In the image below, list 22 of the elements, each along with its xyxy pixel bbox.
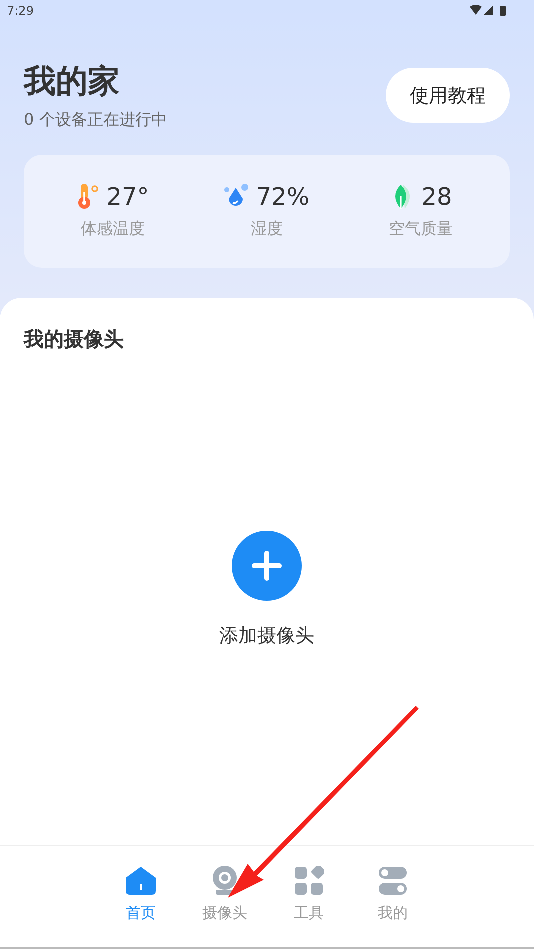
thermometer-icon [76, 184, 101, 210]
home-icon [125, 866, 157, 896]
weather-label: 湿度 [251, 219, 283, 240]
toggle-icon [378, 866, 408, 896]
tutorial-button[interactable]: 使用教程 [386, 68, 510, 123]
device-status-text: 0 个设备正在进行中 [24, 110, 168, 131]
nav-tab[interactable]: 摄像头 [200, 866, 250, 947]
weather-value: 72% [256, 183, 310, 211]
nav-tab[interactable]: 工具 [284, 866, 334, 947]
nav-tab[interactable]: 我的 [368, 866, 418, 947]
add-camera-label: 添加摄像头 [220, 624, 314, 649]
weather-label: 空气质量 [389, 219, 453, 240]
status-icons [470, 5, 508, 17]
weather-value: 27° [106, 183, 150, 211]
section-title: 我的摄像头 [22, 326, 125, 353]
weather-label: 体感温度 [81, 219, 145, 240]
weather-value: 28 [422, 183, 452, 211]
status-time: 7:29 [7, 4, 34, 18]
grid-icon [294, 866, 324, 896]
plus-icon [250, 549, 284, 583]
home-title: 我的家 [24, 61, 121, 102]
nav-tab[interactable]: 首页 [116, 866, 166, 947]
